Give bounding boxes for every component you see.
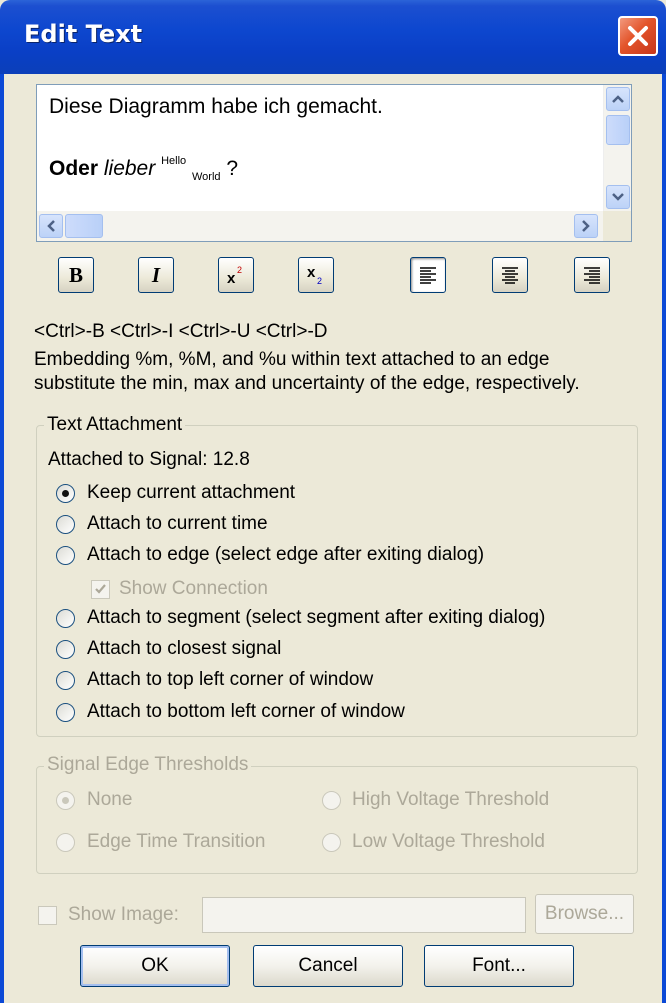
radio-edge-time-label: Edge Time Transition [87,831,266,852]
editor-trailing-text: ? [220,157,239,180]
svg-text:2: 2 [237,265,242,275]
chevron-down-icon [612,193,624,201]
editor-italic-text: lieber [103,157,156,180]
align-center-icon [502,267,518,284]
radio-attach-segment-label[interactable]: Attach to segment (select segment after … [87,607,545,629]
checkmark-icon [95,584,106,594]
close-button[interactable] [618,16,658,56]
radio-current-time-label[interactable]: Attach to current time [87,513,268,535]
cancel-button-label: Cancel [298,955,358,976]
bold-icon: B [68,262,83,287]
ok-button[interactable]: OK [80,945,230,987]
chevron-right-icon [582,220,590,232]
radio-bottom-left[interactable] [56,703,75,722]
radio-top-left[interactable] [56,671,75,690]
radio-current-time[interactable] [56,515,75,534]
radio-high-voltage[interactable] [322,791,341,810]
font-button-label: Font... [472,955,526,976]
editor-bold-text: Oder [49,157,99,180]
radio-threshold-none[interactable] [56,791,75,810]
browse-button-label: Browse... [544,903,625,924]
title-bar[interactable]: Edit Text [0,0,666,74]
svg-text:x: x [307,264,316,281]
scroll-up-button[interactable] [606,87,630,111]
align-left-icon [420,267,436,284]
chevron-up-icon [612,95,624,103]
radio-closest-signal-label[interactable]: Attach to closest signal [87,638,281,660]
show-connection-label: Show Connection [119,578,268,599]
browse-button[interactable]: Browse... [535,894,634,934]
align-center-button[interactable] [492,257,528,293]
signal-edge-thresholds-group [36,766,638,874]
vertical-scrollbar[interactable] [603,85,631,211]
shortcut-hint: <Ctrl>-B <Ctrl>-I <Ctrl>-U <Ctrl>-D [34,321,328,342]
signal-edge-thresholds-title: Signal Edge Thresholds [44,754,252,776]
image-path-input[interactable] [202,897,526,933]
editor-line-2: Oder lieber Hello World ? [49,155,238,183]
bold-button[interactable]: B [58,257,94,293]
help-text-line-2: substitute the min, max and uncertainty … [34,373,580,394]
ok-button-label: OK [141,955,169,976]
superscript-icon: x 2 [227,265,242,287]
show-connection-checkbox[interactable] [91,580,110,599]
svg-text:2: 2 [317,276,322,286]
superscript-button[interactable]: x 2 [218,257,254,293]
edit-text-dialog: Edit Text Diese Diagramm habe ich gemach… [0,0,666,1003]
radio-attach-edge-label[interactable]: Attach to edge (select edge after exitin… [87,544,484,566]
scroll-right-button[interactable] [574,214,598,238]
window-frame-left [0,74,4,1003]
radio-keep-current[interactable] [56,484,75,503]
radio-threshold-none-label: None [87,789,133,810]
help-text-line-1: Embedding %m, %M, and %u within text att… [34,349,550,370]
cancel-button[interactable]: Cancel [253,945,403,987]
radio-bottom-left-label[interactable]: Attach to bottom left corner of window [87,701,405,723]
attached-to-signal-label: Attached to Signal: 12.8 [48,449,250,470]
align-right-button[interactable] [574,257,610,293]
chevron-left-icon [47,220,55,232]
show-image-label: Show Image: [68,904,179,925]
window-title: Edit Text [24,20,143,48]
radio-low-voltage[interactable] [322,833,341,852]
scroll-left-button[interactable] [39,214,63,238]
align-left-button[interactable] [410,257,446,293]
editor-subscript-text: World [192,171,221,183]
italic-button[interactable]: I [138,257,174,293]
subscript-icon: x 2 [307,264,322,286]
font-button[interactable]: Font... [424,945,574,987]
text-editor[interactable]: Diese Diagramm habe ich gemacht. Oder li… [36,84,632,242]
editor-line-1: Diese Diagramm habe ich gemacht. [49,95,383,118]
subscript-button[interactable]: x 2 [298,257,334,293]
radio-low-voltage-label: Low Voltage Threshold [352,831,545,852]
radio-keep-current-label[interactable]: Keep current attachment [87,482,295,504]
close-icon [628,26,648,46]
align-right-icon [584,267,600,284]
horizontal-scrollbar[interactable] [37,211,604,241]
text-attachment-title: Text Attachment [44,414,186,436]
radio-attach-edge[interactable] [56,546,75,565]
radio-attach-segment[interactable] [56,609,75,628]
radio-high-voltage-label: High Voltage Threshold [352,789,550,810]
italic-icon: I [151,262,161,287]
svg-text:x: x [227,270,236,287]
editor-superscript-text: Hello [161,155,187,167]
radio-top-left-label[interactable]: Attach to top left corner of window [87,669,373,691]
scroll-down-button[interactable] [606,185,630,209]
radio-edge-time[interactable] [56,833,75,852]
radio-closest-signal[interactable] [56,640,75,659]
show-image-checkbox[interactable] [38,906,57,925]
window-frame-right [662,74,666,1003]
vertical-scroll-thumb[interactable] [606,115,630,145]
horizontal-scroll-thumb[interactable] [65,214,103,238]
scrollbar-corner [603,211,631,241]
